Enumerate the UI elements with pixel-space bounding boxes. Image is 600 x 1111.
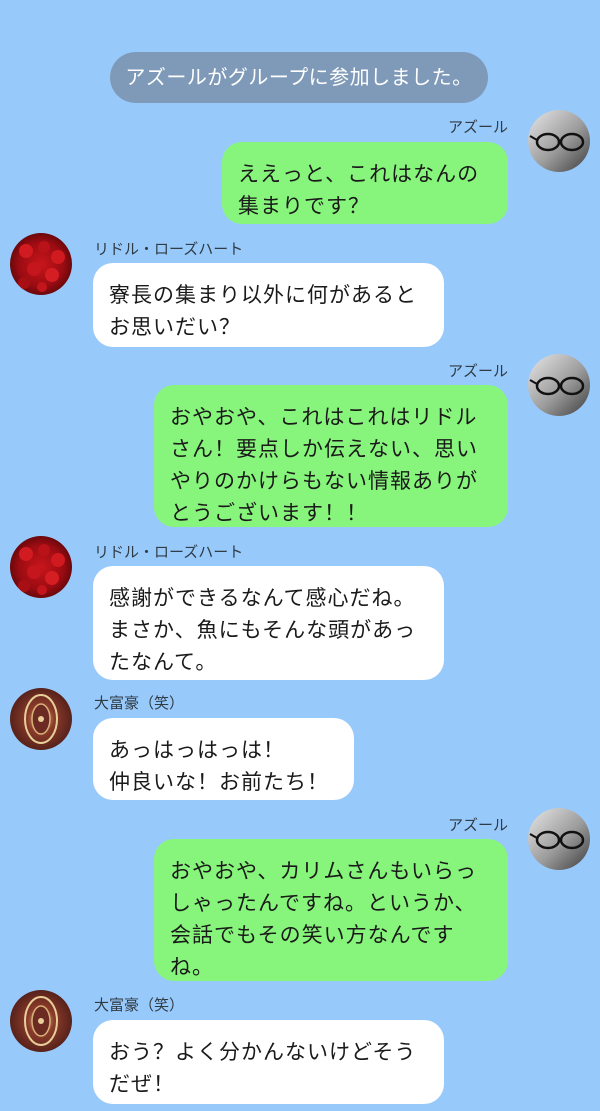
sender-name: リドル・ローズハート (94, 543, 244, 561)
message-line: だぜ！ (109, 1072, 175, 1096)
message-line: やりのかけらもない情報ありが (170, 469, 478, 493)
message-line: ね。 (170, 955, 214, 979)
sender-name: 大富豪（笑） (94, 996, 185, 1014)
message-bubble: おやおや、カリムさんもいらっ しゃったんですね。というか、 会話でもその笑い方な… (154, 839, 508, 981)
message-line: とうございます！！ (170, 501, 368, 525)
sender-name: 大富豪（笑） (94, 694, 185, 712)
sender-name: リドル・ローズハート (94, 240, 244, 258)
glasses-avatar-icon[interactable] (528, 110, 590, 172)
message-bubble: おう？よく分かんないけどそう だぜ！ (93, 1020, 444, 1104)
glasses-avatar-icon[interactable] (528, 808, 590, 870)
glasses-avatar-icon[interactable] (528, 354, 590, 416)
message-line: 仲良いな！お前たち！ (109, 770, 329, 794)
message-line: さん！要点しか伝えない、思い (170, 437, 478, 461)
message-line: おやおや、カリムさんもいらっ (170, 859, 477, 883)
message-bubble: 寮長の集まり以外に何があると お思いだい？ (93, 263, 444, 347)
sender-name: アズール (447, 362, 508, 380)
message-line: 感謝ができるなんて感心だね。 (109, 586, 416, 610)
carpet-avatar-icon[interactable] (10, 688, 72, 750)
message-bubble: あっはっはっは！ 仲良いな！お前たち！ (93, 718, 354, 800)
roses-avatar-icon[interactable] (10, 233, 72, 295)
message-bubble: おやおや、これはこれはリドル さん！要点しか伝えない、思い やりのかけらもない情… (154, 385, 508, 527)
message-line: しゃったんですね。というか、 (170, 891, 477, 915)
sender-name: アズール (447, 118, 508, 136)
carpet-avatar-icon[interactable] (10, 990, 72, 1052)
message-line: あっはっはっは！ (109, 738, 285, 762)
message-line: 寮長の集まり以外に何があると (109, 283, 417, 307)
message-line: おう？よく分かんないけどそう (109, 1040, 417, 1064)
sender-name: アズール (447, 816, 508, 834)
message-line: 集まりです？ (238, 194, 370, 218)
message-line: まさか、魚にもそんな頭があっ (109, 618, 417, 642)
system-notice: アズールがグループに参加しました。 (110, 52, 488, 103)
message-line: ええっと、これはなんの (238, 162, 480, 186)
message-line: おやおや、これはこれはリドル (170, 405, 478, 429)
message-bubble: 感謝ができるなんて感心だね。 まさか、魚にもそんな頭があっ たなんて。 (93, 566, 444, 680)
message-line: お思いだい？ (109, 315, 241, 339)
message-line: 会話でもその笑い方なんです (170, 923, 455, 947)
roses-avatar-icon[interactable] (10, 536, 72, 598)
message-line: たなんて。 (109, 650, 218, 674)
message-bubble: ええっと、これはなんの 集まりです？ (222, 142, 508, 224)
